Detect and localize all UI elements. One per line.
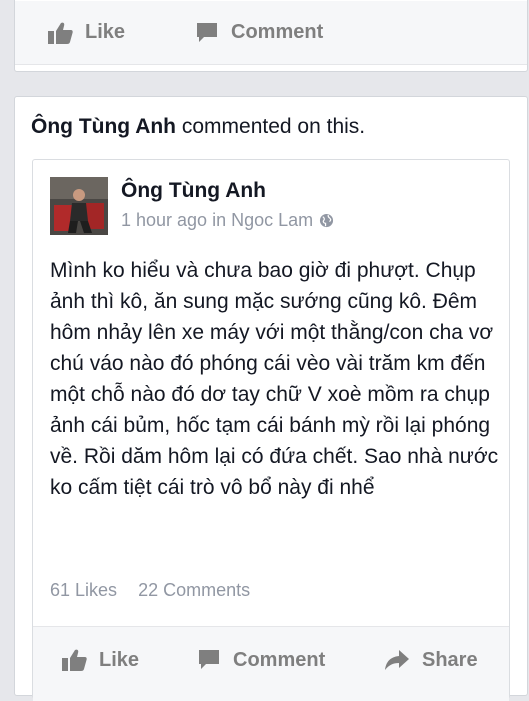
profile-photo <box>50 177 108 235</box>
post-meta: 1 hour ago in Ngoc Lam <box>121 210 334 231</box>
thumbs-up-icon <box>48 22 73 44</box>
avatar[interactable] <box>50 177 108 235</box>
comment-label: Comment <box>233 648 326 671</box>
post-author[interactable]: Ông Tùng Anh <box>121 179 266 203</box>
post-body: Mình ko hiểu và chưa bao giờ đi phượt. C… <box>50 259 499 499</box>
story-header: Ông Tùng Anh commented on this. <box>31 115 365 139</box>
comment-button[interactable]: Comment <box>197 627 325 693</box>
share-button[interactable]: Share <box>384 627 478 693</box>
post-actions: Like Comment Share <box>33 626 509 701</box>
comment-icon <box>199 650 219 669</box>
comment-icon <box>197 22 217 42</box>
post-counts: 61 Likes 22 Comments <box>50 580 250 601</box>
comment-label: Comment <box>231 21 324 43</box>
previous-post-card: Like Comment <box>14 0 528 72</box>
like-label: Like <box>85 21 126 43</box>
post-time-location[interactable]: 1 hour ago in Ngoc Lam <box>121 210 313 231</box>
like-label: Like <box>99 648 140 671</box>
shared-post: Ông Tùng Anh 1 hour ago in Ngoc Lam Mình… <box>32 159 510 701</box>
story-card: Ông Tùng Anh commented on this. Ông Tùng… <box>14 96 528 701</box>
comments-count[interactable]: 22 Comments <box>138 580 250 600</box>
previous-post-actions: Like Comment <box>15 1 527 65</box>
likes-count[interactable]: 61 Likes <box>50 580 117 600</box>
share-label: Share <box>422 648 478 671</box>
comment-button[interactable]: Comment <box>195 1 323 64</box>
share-arrow-icon <box>385 650 409 670</box>
thumbs-up-icon <box>62 649 87 671</box>
like-button[interactable]: Like <box>61 627 139 693</box>
globe-icon <box>320 213 334 228</box>
story-actor-link[interactable]: Ông Tùng Anh <box>31 115 176 138</box>
story-action-text: commented on this. <box>181 115 366 138</box>
like-button[interactable]: Like <box>47 1 125 64</box>
